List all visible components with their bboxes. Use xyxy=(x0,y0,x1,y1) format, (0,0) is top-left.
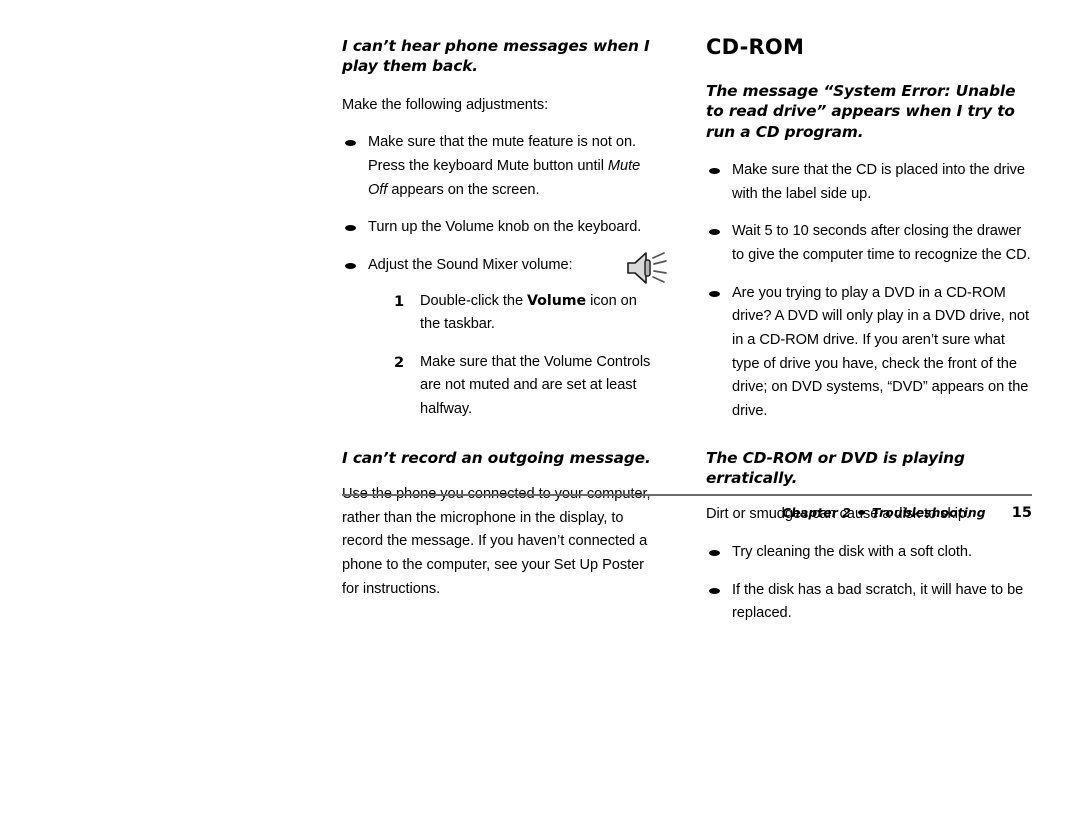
bullet-text-post: appears on the screen. xyxy=(387,181,540,198)
footer-chapter-label: Chapter 2 xyxy=(782,505,851,520)
left-numbered-steps: 1 Double-click the Volume icon on the ta… xyxy=(368,290,654,422)
two-column-layout: I can’t hear phone messages when I play … xyxy=(342,35,1032,632)
footer-divider xyxy=(342,494,1032,496)
footer-chapter-group: Chapter 2 Troubleshooting xyxy=(782,506,986,520)
right-heading-erratic-playback: The CD-ROM or DVD is playing erratically… xyxy=(706,448,965,487)
bullet-text-pre: Make sure that the mute feature is not o… xyxy=(368,134,637,174)
list-item: Make sure that the mute feature is not o… xyxy=(342,131,654,202)
bullet-text: Are you trying to play a DVD in a CD-ROM… xyxy=(732,284,1029,419)
step-number: 2 xyxy=(394,353,405,371)
bullet-dot-icon xyxy=(857,509,865,515)
bullet-text: Wait 5 to 10 seconds after closing the d… xyxy=(732,223,1031,264)
bullet-text-pre: Adjust the Sound Mixer volume: xyxy=(368,256,573,273)
list-item: Try cleaning the disk with a soft cloth. xyxy=(706,541,1032,565)
bullet-text-pre: Turn up the Volume knob on the keyboard. xyxy=(368,219,642,236)
list-item: Wait 5 to 10 seconds after closing the d… xyxy=(706,220,1032,267)
bullet-dot-icon xyxy=(709,549,720,556)
page-content: I can’t hear phone messages when I play … xyxy=(342,35,1032,632)
document-page: I can’t hear phone messages when I play … xyxy=(0,0,1080,834)
footer-section-label: Troubleshooting xyxy=(871,505,986,520)
list-item: Are you trying to play a DVD in a CD-ROM… xyxy=(706,282,1032,424)
list-item: Adjust the Sound Mixer volume: 1 Double-… xyxy=(342,252,667,422)
list-item: Make sure that the CD is placed into the… xyxy=(706,159,1032,206)
volume-speaker-icon xyxy=(624,248,668,288)
bullet-dot-icon xyxy=(345,225,356,232)
page-title: CD-ROM xyxy=(706,35,805,59)
left-heading-outgoing-message: I can’t record an outgoing message. xyxy=(342,448,651,467)
page-number: 15 xyxy=(1011,503,1032,521)
left-bullet-list: Make sure that the mute feature is not o… xyxy=(342,131,667,422)
right-column: CD-ROM The message “System Error: Unable… xyxy=(706,35,1032,632)
bullet-dot-icon xyxy=(709,229,720,236)
bullet-text: If the disk has a bad scratch, it will h… xyxy=(732,581,1024,622)
right-heading-system-error: The message “System Error: Unable to rea… xyxy=(706,82,1016,141)
list-item: Turn up the Volume knob on the keyboard. xyxy=(342,216,654,240)
list-item: If the disk has a bad scratch, it will h… xyxy=(706,579,1032,626)
list-item: 1 Double-click the Volume icon on the ta… xyxy=(394,290,654,337)
left-intro-adjustments: Make the following adjustments: xyxy=(342,96,549,113)
step-text-bold: Volume xyxy=(527,292,587,309)
right-bullet-list-1: Make sure that the CD is placed into the… xyxy=(706,159,1032,423)
page-footer: Chapter 2 Troubleshooting 15 xyxy=(342,494,1032,521)
step-text-pre: Double-click the xyxy=(420,292,528,309)
step-number: 1 xyxy=(394,292,405,310)
footer-content: Chapter 2 Troubleshooting 15 xyxy=(342,504,1032,521)
step-text-pre: Make sure that the Volume Controls are n… xyxy=(420,353,651,418)
bullet-dot-icon xyxy=(709,168,720,175)
bullet-text: Make sure that the CD is placed into the… xyxy=(732,162,1025,202)
bullet-dot-icon xyxy=(709,587,720,594)
bullet-dot-icon xyxy=(345,140,356,147)
list-item: 2 Make sure that the Volume Controls are… xyxy=(394,351,654,422)
left-heading-phone-messages: I can’t hear phone messages when I play … xyxy=(342,37,650,76)
bullet-dot-icon xyxy=(345,262,356,269)
right-bullet-list-2: Try cleaning the disk with a soft cloth.… xyxy=(706,541,1032,626)
bullet-text: Try cleaning the disk with a soft cloth. xyxy=(732,543,972,560)
bullet-dot-icon xyxy=(709,290,720,297)
